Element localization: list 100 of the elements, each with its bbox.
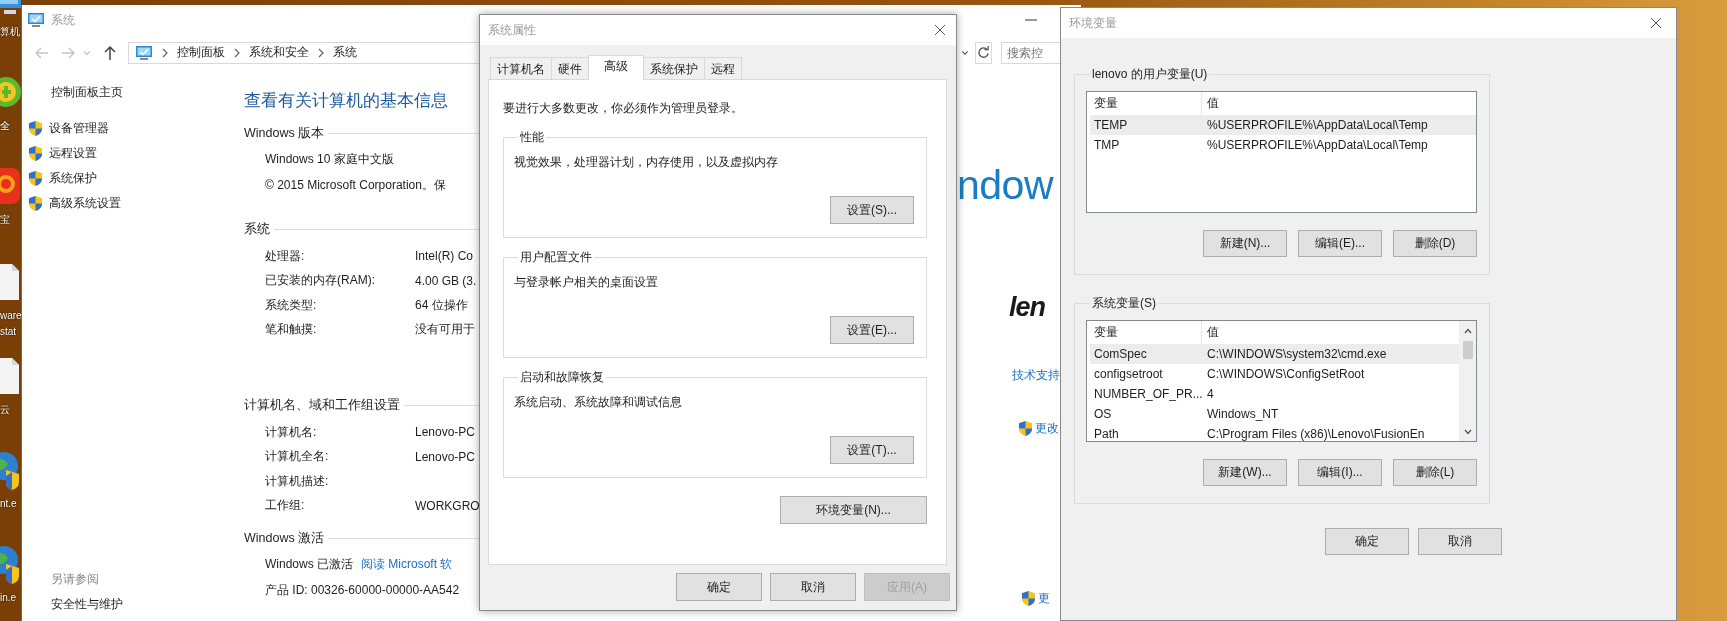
- app-icon[interactable]: [0, 166, 21, 206]
- table-cell-text: %USERPROFILE%\AppData\Local\Temp: [1206, 137, 1428, 154]
- list-row[interactable]: TMP %USERPROFILE%\AppData\Local\Temp: [1090, 135, 1476, 155]
- environment-variables-button[interactable]: 环境变量(N)...: [780, 496, 927, 524]
- list-row[interactable]: OS Windows_NT: [1090, 404, 1459, 424]
- scroll-up-icon[interactable]: [1462, 327, 1473, 335]
- table-cell-text: %USERPROFILE%\AppData\Local\Temp: [1206, 117, 1428, 134]
- list-action-button[interactable]: 编辑(E)...: [1298, 230, 1382, 257]
- dialog-button[interactable]: 取消: [1418, 528, 1502, 555]
- table-cell-text: configsetroot: [1093, 366, 1164, 383]
- sidebar-link[interactable]: 高级系统设置: [49, 195, 121, 212]
- breadcrumb-item[interactable]: 系统: [333, 44, 357, 61]
- field-value: Intel(R) Co: [415, 249, 473, 264]
- shield-icon: [28, 195, 43, 212]
- activation-status: Windows 已激活: [265, 555, 353, 573]
- table-cell-text: Path: [1093, 426, 1120, 441]
- list-row[interactable]: Path C:\Program Files (x86)\Lenovo\FusionEn: [1090, 424, 1459, 441]
- shield-icon: [28, 170, 43, 187]
- globe-shield-icon[interactable]: [0, 450, 21, 490]
- scroll-down-icon[interactable]: [1462, 428, 1473, 436]
- table-cell-text: TMP: [1093, 137, 1121, 154]
- table-cell-text: OS: [1093, 406, 1113, 423]
- section-title: 系统: [244, 220, 270, 238]
- windows-logo-text: ndow: [957, 161, 1053, 209]
- group-title: 启动和故障恢复: [519, 369, 605, 385]
- window-title: 系统属性: [488, 21, 536, 39]
- dialog-button[interactable]: 取消: [770, 573, 856, 601]
- chevron-icon[interactable]: [162, 47, 168, 58]
- list-action-button[interactable]: 编辑(I)...: [1298, 459, 1382, 486]
- section-title: 另请参阅: [51, 571, 99, 588]
- tab[interactable]: 高级: [588, 55, 644, 80]
- field-value: 64 位操作: [415, 296, 468, 314]
- globe-shield-icon[interactable]: [0, 544, 21, 584]
- group-title: 系统变量(S): [1091, 295, 1157, 311]
- tab[interactable]: 计算机名: [490, 57, 552, 79]
- dialog-button[interactable]: 确定: [676, 573, 762, 601]
- section-title: 计算机名、域和工作组设置: [244, 396, 400, 414]
- table-cell-text: C:\Program Files (x86)\Lenovo\FusionEn: [1206, 426, 1425, 441]
- settings-link[interactable]: 更: [1038, 589, 1050, 607]
- sidebar-link[interactable]: 系统保护: [49, 170, 97, 187]
- file-icon[interactable]: [0, 262, 21, 302]
- list-action-button[interactable]: 删除(D): [1393, 230, 1477, 257]
- breadcrumb-item[interactable]: 控制面板: [177, 44, 225, 61]
- table-cell-text: 4: [1206, 386, 1214, 403]
- list-action-button[interactable]: 删除(L): [1393, 459, 1477, 486]
- field-label: 计算机描述:: [265, 472, 330, 490]
- oem-logo: len: [1009, 292, 1045, 322]
- sidebar-link[interactable]: 设备管理器: [49, 120, 109, 137]
- info-text: 产品 ID: 00326-60000-00000-AA542: [265, 581, 460, 599]
- tab[interactable]: 远程: [704, 57, 742, 79]
- close-icon[interactable]: [1650, 17, 1662, 29]
- field-value: Lenovo-PC: [415, 449, 476, 464]
- list-row[interactable]: NUMBER_OF_PR... 4: [1090, 384, 1459, 404]
- table-cell-text: NUMBER_OF_PR...: [1093, 386, 1202, 403]
- sidebar-link[interactable]: 控制面板主页: [22, 82, 123, 102]
- desktop-icon-label: 算机: [0, 25, 21, 39]
- support-link[interactable]: 技术支持: [1012, 367, 1060, 383]
- settings-button[interactable]: 设置(E)...: [830, 316, 914, 344]
- list-action-button[interactable]: 新建(N)...: [1203, 230, 1287, 257]
- field-value: 没有可用于: [415, 321, 475, 339]
- field-value: WORKGRO: [415, 498, 480, 513]
- close-icon[interactable]: [934, 24, 946, 36]
- page-heading: 查看有关计算机的基本信息: [244, 90, 448, 111]
- shield-icon: [28, 120, 43, 137]
- list-row[interactable]: ComSpec C:\WINDOWS\system32\cmd.exe: [1090, 344, 1459, 364]
- desktop-icon-label: 云: [0, 403, 11, 417]
- license-link[interactable]: 阅读 Microsoft 软: [361, 555, 453, 573]
- settings-button[interactable]: 设置(T)...: [830, 436, 914, 464]
- up-icon[interactable]: [102, 44, 118, 61]
- field-label: 已安装的内存(RAM):: [265, 272, 376, 290]
- chevron-icon[interactable]: [318, 47, 324, 58]
- breadcrumb-item[interactable]: 系统和安全: [249, 44, 309, 61]
- desktop-icon-label: ware: [0, 309, 21, 323]
- field-label: 计算机名:: [265, 423, 318, 441]
- file-icon[interactable]: [0, 356, 21, 396]
- field-label: 工作组:: [265, 497, 306, 515]
- desktop-icon-label: 宝: [0, 213, 11, 227]
- list-row[interactable]: TEMP %USERPROFILE%\AppData\Local\Temp: [1090, 115, 1476, 135]
- group-title: 用户配置文件: [519, 249, 593, 265]
- sidebar-link[interactable]: 远程设置: [49, 145, 97, 162]
- column-header[interactable]: 值: [1202, 321, 1219, 344]
- settings-link[interactable]: 更改: [1035, 419, 1059, 437]
- field-value: Lenovo-PC: [415, 425, 476, 440]
- list-action-button[interactable]: 新建(W)...: [1203, 459, 1287, 486]
- settings-button[interactable]: 设置(S)...: [830, 196, 914, 224]
- refresh-button[interactable]: [974, 41, 992, 64]
- window-title: 系统: [51, 11, 75, 29]
- scrollbar[interactable]: [1459, 321, 1476, 441]
- column-header[interactable]: 值: [1202, 92, 1219, 115]
- sidebar-link[interactable]: 安全性与维护: [51, 592, 123, 617]
- scroll-thumb[interactable]: [1462, 341, 1473, 359]
- shield-icon: [1021, 589, 1036, 607]
- group-title: lenovo 的用户变量(U): [1091, 66, 1209, 82]
- notice-text: 要进行大多数更改，你必须作为管理员登录。: [503, 100, 743, 116]
- group-description: 视觉效果，处理器计划，内存使用，以及虚拟内存: [514, 154, 778, 170]
- field-label: 笔和触摸:: [265, 321, 318, 339]
- field-label: 处理器:: [265, 247, 306, 265]
- chevron-icon[interactable]: [234, 47, 240, 58]
- list-row[interactable]: configsetroot C:\WINDOWS\ConfigSetRoot: [1090, 364, 1459, 384]
- dialog-button[interactable]: 确定: [1325, 528, 1409, 555]
